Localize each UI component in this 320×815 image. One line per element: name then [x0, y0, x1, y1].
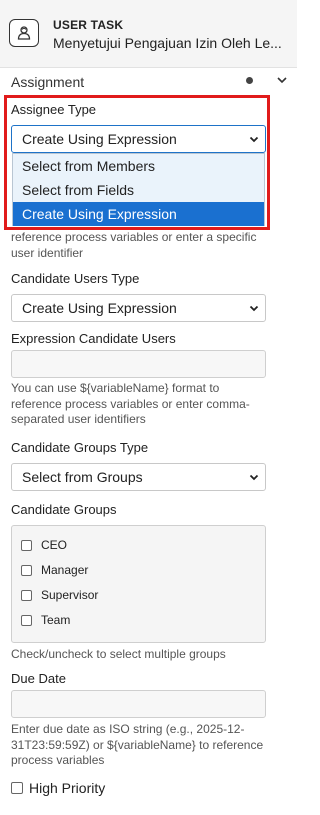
- group-checkbox-manager[interactable]: Manager: [21, 561, 88, 579]
- candidate-groups-type-value: Select from Groups: [22, 469, 143, 485]
- task-header: USER TASK Menyetujui Pengajuan Izin Oleh…: [0, 0, 297, 68]
- section-title: Assignment: [11, 74, 85, 90]
- candidate-groups-label: Candidate Groups: [11, 502, 117, 517]
- candidate-users-type-value: Create Using Expression: [22, 300, 177, 316]
- candidate-users-type-label: Candidate Users Type: [11, 271, 140, 286]
- highlight-box: [4, 95, 270, 230]
- chevron-down-icon: [243, 295, 265, 321]
- expression-candidate-users-input[interactable]: [11, 350, 266, 378]
- due-date-input[interactable]: [11, 690, 266, 718]
- expression-candidate-users-help: You can use ${variableName} format to re…: [11, 381, 250, 426]
- checkbox-label: Team: [41, 613, 71, 627]
- checkbox[interactable]: [21, 589, 32, 601]
- candidate-groups-box: CEO Manager Supervisor Team: [11, 525, 266, 643]
- task-name: Menyetujui Pengajuan Izin Oleh Le...: [53, 35, 282, 51]
- checkbox-label: CEO: [41, 538, 68, 552]
- task-type-label: USER TASK: [53, 18, 124, 32]
- high-priority-toggle[interactable]: High Priority: [11, 780, 105, 796]
- candidate-groups-type-label: Candidate Groups Type: [11, 440, 149, 455]
- checkbox-label: Manager: [41, 563, 89, 577]
- chevron-down-icon: [243, 464, 265, 490]
- user-task-icon: [9, 19, 39, 47]
- chevron-down-icon[interactable]: [276, 74, 288, 86]
- checkbox[interactable]: [21, 614, 32, 626]
- due-date-label: Due Date: [11, 671, 66, 686]
- checkbox[interactable]: [11, 782, 23, 794]
- high-priority-label: High Priority: [29, 780, 106, 796]
- group-checkbox-ceo[interactable]: CEO: [21, 536, 67, 554]
- group-checkbox-team[interactable]: Team: [21, 611, 70, 629]
- expression-candidate-users-label: Expression Candidate Users: [11, 331, 176, 346]
- candidate-groups-help: Check/uncheck to select multiple groups: [11, 647, 226, 661]
- candidate-users-type-select[interactable]: Create Using Expression: [11, 294, 266, 322]
- checkbox[interactable]: [21, 539, 32, 551]
- checkbox[interactable]: [21, 564, 32, 576]
- candidate-groups-type-select[interactable]: Select from Groups: [11, 463, 266, 491]
- section-status-dot: [246, 77, 253, 84]
- assignee-help-text: reference process variables or enter a s…: [11, 230, 257, 260]
- checkbox-label: Supervisor: [41, 588, 99, 602]
- due-date-help: Enter due date as ISO string (e.g., 2025…: [11, 722, 264, 767]
- group-checkbox-supervisor[interactable]: Supervisor: [21, 586, 98, 604]
